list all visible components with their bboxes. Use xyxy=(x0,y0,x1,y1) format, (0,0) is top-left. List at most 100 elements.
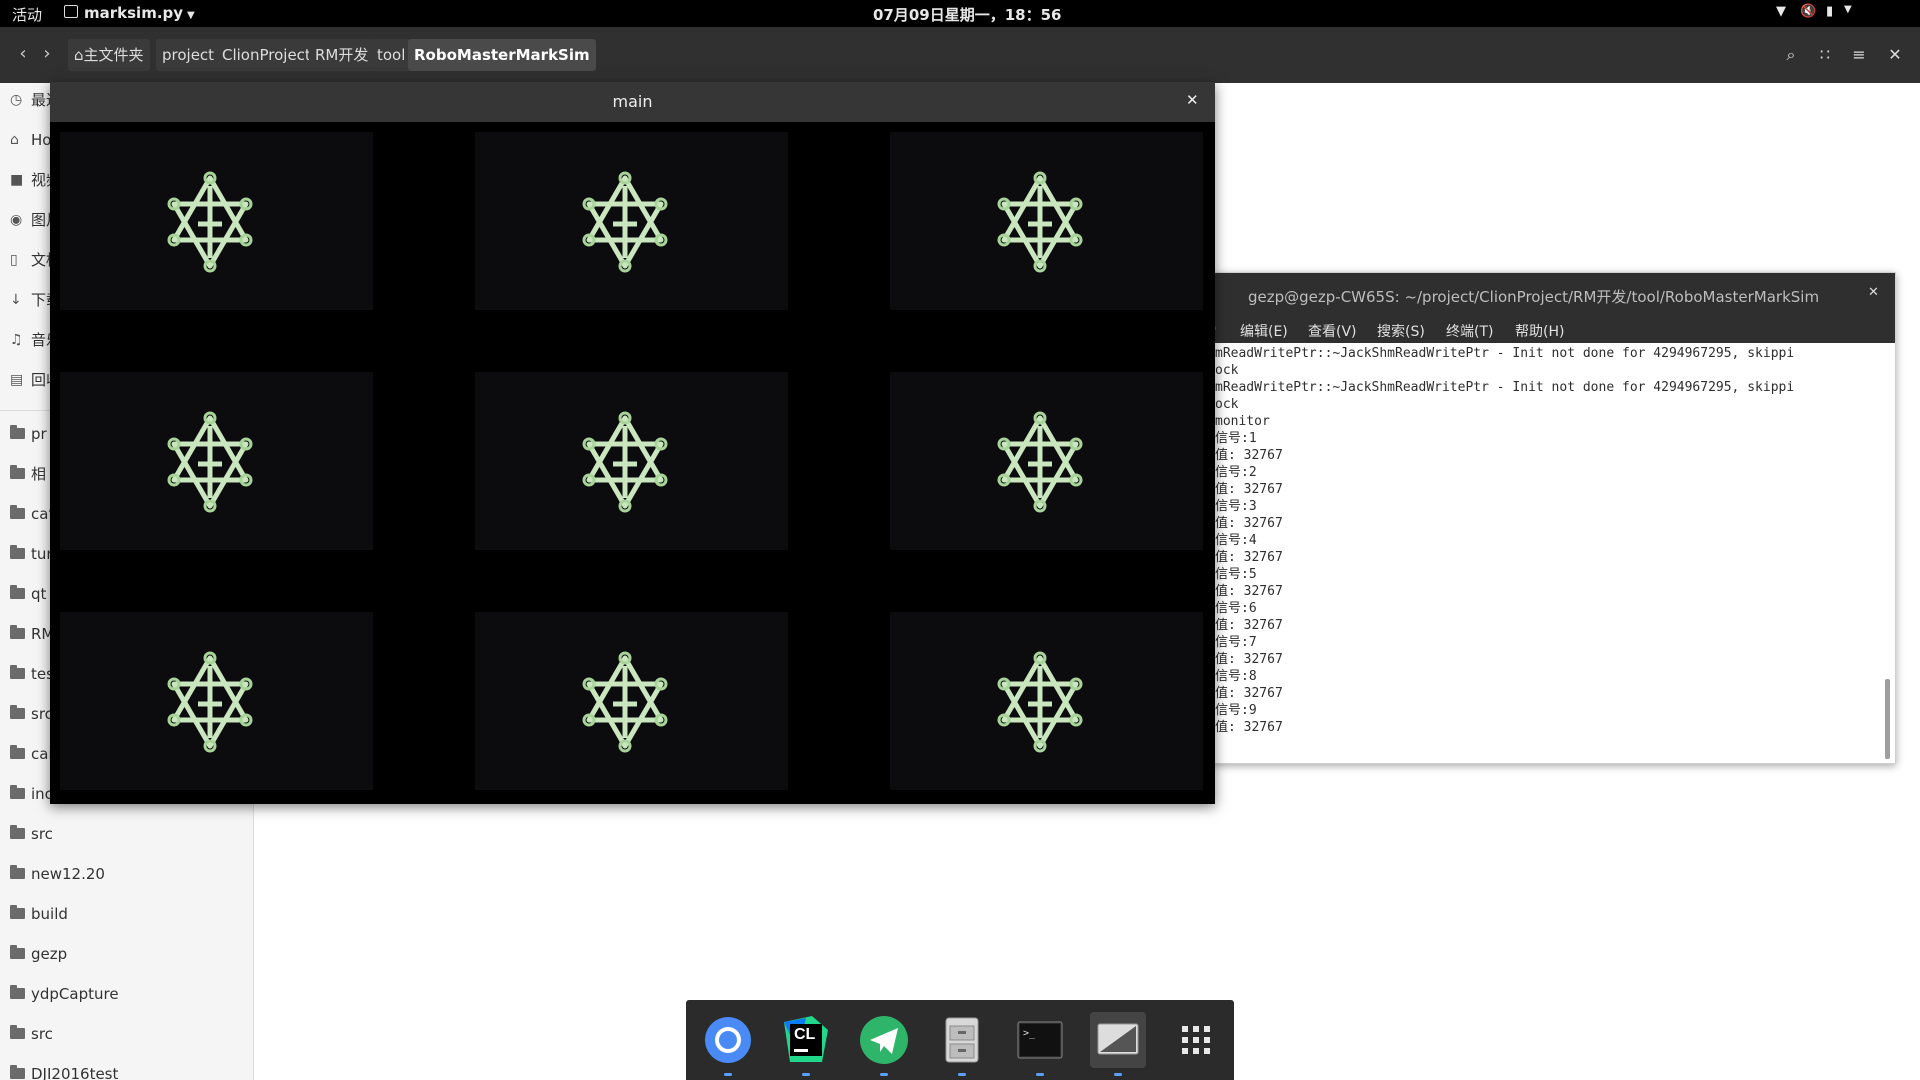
marker-symbol-icon xyxy=(582,411,668,513)
menu-icon[interactable]: ≡ xyxy=(1844,39,1874,71)
folder-icon xyxy=(10,857,28,891)
marker-image-tile xyxy=(475,132,788,310)
volume-icon[interactable]: 🔇 xyxy=(1800,4,1816,19)
clion-icon[interactable]: CL xyxy=(778,1012,834,1076)
marker-symbol-icon xyxy=(167,411,253,513)
breadcrumb-home[interactable]: ⌂主文件夹 xyxy=(68,39,150,71)
marker-image-tile xyxy=(60,132,373,310)
menu-terminal[interactable]: 终端(T) xyxy=(1446,321,1493,341)
terminal-titlebar[interactable]: gezp@gezp-CW65S: ~/project/ClionProject/… xyxy=(1213,273,1895,317)
folder-icon xyxy=(10,897,28,931)
close-icon[interactable]: ✕ xyxy=(1186,91,1199,109)
sidebar-bookmark[interactable]: src xyxy=(0,1017,253,1051)
marker-symbol-icon xyxy=(997,171,1083,273)
files-icon[interactable] xyxy=(934,1012,990,1076)
terminal-menubar: ) 编辑(E) 查看(V) 搜索(S) 终端(T) 帮助(H) xyxy=(1211,317,1895,343)
search-icon[interactable]: ⌕ xyxy=(1776,39,1806,71)
terminal-line: 值: 32767 xyxy=(1215,720,1283,735)
app-menu[interactable]: marksim.py ▼ xyxy=(64,4,195,22)
terminal-line: 信号:9 xyxy=(1215,703,1257,718)
app-menu-icon xyxy=(64,5,78,18)
marker-symbol-icon xyxy=(582,171,668,273)
svg-text:>_: >_ xyxy=(1023,1028,1036,1039)
folder-icon xyxy=(10,737,28,771)
folder-icon xyxy=(10,617,28,651)
sidebar-bookmark[interactable]: gezp xyxy=(0,937,253,971)
terminal-line: 值: 32767 xyxy=(1215,686,1283,701)
terminal-line: 值: 32767 xyxy=(1215,618,1283,633)
sidebar-bookmark[interactable]: DJI2016test xyxy=(0,1057,253,1080)
menu-help[interactable]: 帮助(H) xyxy=(1515,321,1564,341)
breadcrumb-clionproject[interactable]: ClionProject xyxy=(216,39,317,71)
chrome-icon[interactable] xyxy=(700,1012,756,1076)
breadcrumb-tool[interactable]: tool xyxy=(371,39,412,71)
sidebar-bookmark[interactable]: src xyxy=(0,817,253,851)
breadcrumb-project[interactable]: project xyxy=(156,39,221,71)
terminal-line: 信号:5 xyxy=(1215,567,1257,582)
marker-symbol-icon xyxy=(167,651,253,753)
marker-symbol-icon xyxy=(997,411,1083,513)
camera-icon: ◉ xyxy=(10,212,23,228)
image-viewer-icon[interactable] xyxy=(1090,1012,1146,1076)
folder-icon xyxy=(10,1017,28,1051)
music-icon: ♫ xyxy=(10,332,23,348)
download-icon: ↓ xyxy=(10,292,22,308)
menu-search[interactable]: 搜索(S) xyxy=(1377,321,1425,341)
terminal-line: 信号:7 xyxy=(1215,635,1257,650)
clock[interactable]: 07月09日星期一，18：56 xyxy=(873,4,1062,25)
terminal-line: mReadWritePtr::~JackShmReadWritePtr - In… xyxy=(1215,380,1795,395)
terminal-line: 信号:6 xyxy=(1215,601,1257,616)
folder-icon xyxy=(10,977,28,1011)
terminal-line: 信号:4 xyxy=(1215,533,1257,548)
terminal-title: gezp@gezp-CW65S: ~/project/ClionProject/… xyxy=(1248,288,1820,306)
home-icon: ⌂ xyxy=(10,132,19,148)
terminal-icon[interactable]: >_ xyxy=(1012,1012,1068,1076)
marker-image-tile xyxy=(890,372,1203,550)
marker-image-tile xyxy=(475,612,788,790)
terminal-line: 值: 32767 xyxy=(1215,584,1283,599)
running-indicator xyxy=(1114,1073,1122,1076)
folder-icon xyxy=(10,937,28,971)
grid-view-icon[interactable]: ∷ xyxy=(1810,39,1840,71)
sidebar-bookmark[interactable]: build xyxy=(0,897,253,931)
main-image-window[interactable]: main ✕ xyxy=(50,82,1215,804)
sidebar-bookmark[interactable]: ydpCapture xyxy=(0,977,253,1011)
sidebar-bookmark[interactable]: new12.20 xyxy=(0,857,253,891)
terminal-scrollbar[interactable] xyxy=(1885,679,1890,759)
close-icon[interactable]: ✕ xyxy=(1868,285,1879,300)
marker-image-tile xyxy=(890,132,1203,310)
terminal-line: 值: 32767 xyxy=(1215,652,1283,667)
main-window-titlebar[interactable]: main ✕ xyxy=(50,82,1215,122)
folder-icon xyxy=(10,817,28,851)
forward-button[interactable]: › xyxy=(36,40,58,68)
activities-button[interactable]: 活动 xyxy=(12,4,42,25)
running-indicator xyxy=(958,1073,966,1076)
terminal-line: 信号:1 xyxy=(1215,431,1257,446)
running-indicator xyxy=(802,1073,810,1076)
close-icon[interactable]: ✕ xyxy=(1880,39,1910,71)
marker-symbol-icon xyxy=(997,651,1083,753)
running-indicator xyxy=(724,1073,732,1076)
folder-icon xyxy=(10,577,28,611)
terminal-line: ock xyxy=(1215,397,1239,412)
terminal-window[interactable]: gezp@gezp-CW65S: ~/project/ClionProject/… xyxy=(1211,272,1896,764)
terminal-line: mReadWritePtr::~JackShmReadWritePtr - In… xyxy=(1215,346,1795,361)
breadcrumb-rm[interactable]: RM开发 xyxy=(309,39,375,71)
app-grid-icon[interactable] xyxy=(1168,1012,1224,1068)
battery-icon[interactable]: ▮ xyxy=(1826,4,1833,19)
folder-icon xyxy=(10,457,28,491)
folder-icon xyxy=(10,657,28,691)
back-button[interactable]: ‹ xyxy=(12,40,34,68)
telegram-icon[interactable] xyxy=(856,1012,912,1076)
folder-icon xyxy=(10,1057,28,1080)
terminal-line: 值: 32767 xyxy=(1215,550,1283,565)
folder-icon xyxy=(10,777,28,811)
system-menu-chevron-icon[interactable]: ▼ xyxy=(1844,4,1852,15)
wifi-icon[interactable]: ▼ xyxy=(1776,4,1786,19)
menu-edit[interactable]: 编辑(E) xyxy=(1240,321,1288,341)
terminal-line: 值: 32767 xyxy=(1215,482,1283,497)
menu-view[interactable]: 查看(V) xyxy=(1308,321,1357,341)
breadcrumb-robomastermarksim[interactable]: RoboMasterMarkSim xyxy=(408,39,596,71)
video-icon: ■ xyxy=(10,172,24,188)
terminal-output[interactable]: mReadWritePtr::~JackShmReadWritePtr - In… xyxy=(1215,345,1877,755)
